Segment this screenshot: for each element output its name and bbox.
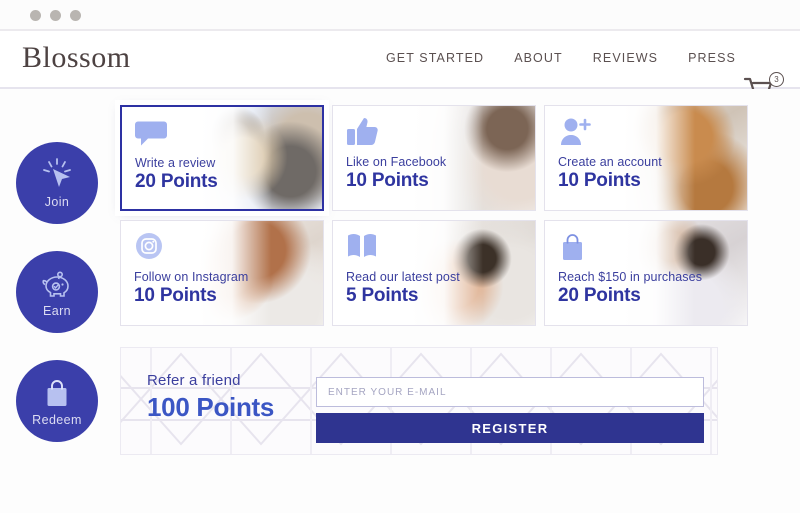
card-row-2: Follow on Instagram 10 Points Read our l… (120, 220, 800, 326)
card-create-an-account[interactable]: Create an account 10 Points (544, 105, 748, 211)
rail-item-redeem[interactable]: Redeem (16, 360, 98, 442)
register-button[interactable]: REGISTER (316, 413, 704, 443)
card-content: Create an account 10 Points (558, 116, 743, 192)
nav-item-press[interactable]: PRESS (688, 51, 736, 65)
minimize-dot[interactable] (50, 10, 61, 21)
card-read-our-latest-post[interactable]: Read our latest post 5 Points (332, 220, 536, 326)
card-row-1: Write a review 20 Points Like on Faceboo… (120, 105, 800, 211)
program-steps-rail: Join Earn Redeem (16, 142, 102, 469)
card-points: 20 Points (135, 171, 218, 192)
referral-title: Refer a friend (147, 372, 241, 389)
shopping-bag-icon (42, 375, 72, 409)
card-content: Write a review 20 Points (135, 117, 320, 193)
card-points: 10 Points (558, 170, 641, 191)
referral-points: 100 Points (147, 392, 275, 422)
close-dot[interactable] (30, 10, 41, 21)
rail-item-label-redeem: Redeem (32, 413, 82, 427)
rail-item-join[interactable]: Join (16, 142, 98, 224)
nav-item-get-started[interactable]: GET STARTED (386, 51, 484, 65)
card-points: 5 Points (346, 285, 419, 306)
card-points: 10 Points (134, 285, 217, 306)
card-like-on-facebook[interactable]: Like on Facebook 10 Points (332, 105, 536, 211)
piggy-bank-icon (40, 266, 74, 300)
rail-item-earn[interactable]: Earn (16, 251, 98, 333)
thumbs-up-icon (346, 116, 531, 152)
instagram-icon (134, 231, 319, 267)
rail-item-label-join: Join (44, 195, 70, 209)
referral-form: REGISTER (316, 377, 704, 443)
speech-bubble-icon (135, 117, 320, 153)
nav-item-reviews[interactable]: REVIEWS (593, 51, 658, 65)
card-follow-on-instagram[interactable]: Follow on Instagram 10 Points (120, 220, 324, 326)
referral-text: Refer a friend 100 Points (147, 372, 274, 423)
card-content: Like on Facebook 10 Points (346, 116, 531, 192)
add-user-icon (558, 116, 743, 152)
site-header: Blossom GET STARTED ABOUT REVIEWS PRESS … (0, 31, 800, 101)
referral-panel: Refer a friend 100 Points REGISTER (120, 347, 718, 455)
email-input[interactable] (316, 377, 704, 407)
card-title: Write a review (135, 156, 216, 170)
page-body: Join Earn Redeem Write a review 20 Point… (0, 89, 800, 513)
card-points: 20 Points (558, 285, 641, 306)
window-controls (30, 10, 81, 21)
nav-item-about[interactable]: ABOUT (514, 51, 563, 65)
cart-count-badge: 3 (769, 72, 784, 87)
site-logo[interactable]: Blossom (22, 41, 131, 75)
card-content: Reach $150 in purchases 20 Points (558, 231, 743, 307)
open-book-icon (346, 231, 531, 267)
card-title: Reach $150 in purchases (558, 270, 703, 284)
card-content: Follow on Instagram 10 Points (134, 231, 319, 307)
card-content: Read our latest post 5 Points (346, 231, 531, 307)
shopping-bag-icon (558, 231, 743, 267)
card-title: Read our latest post (346, 270, 460, 284)
rewards-card-grid: Write a review 20 Points Like on Faceboo… (120, 105, 800, 335)
card-title: Create an account (558, 155, 662, 169)
card-points: 10 Points (346, 170, 429, 191)
card-title: Like on Facebook (346, 155, 447, 169)
app-window: Blossom GET STARTED ABOUT REVIEWS PRESS … (0, 0, 800, 513)
card-write-a-review[interactable]: Write a review 20 Points (120, 105, 324, 211)
maximize-dot[interactable] (70, 10, 81, 21)
rail-item-label-earn: Earn (42, 304, 71, 318)
main-nav: GET STARTED ABOUT REVIEWS PRESS (386, 51, 736, 65)
card-reach-purchases[interactable]: Reach $150 in purchases 20 Points (544, 220, 748, 326)
browser-chrome (0, 0, 800, 30)
cursor-click-icon (40, 157, 74, 191)
card-title: Follow on Instagram (134, 270, 249, 284)
